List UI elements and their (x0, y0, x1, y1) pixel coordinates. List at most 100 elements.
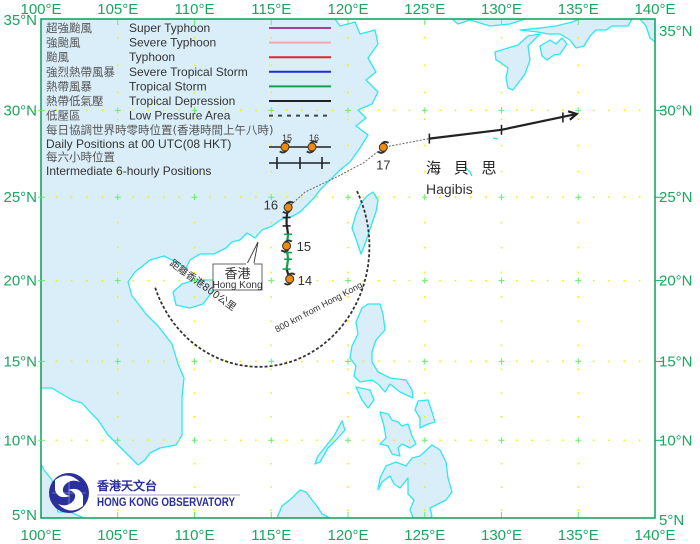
lat-tick-label-left: 30°N (3, 102, 37, 119)
grid-dot (316, 279, 319, 282)
grid-dot (116, 344, 119, 347)
grid-dot (377, 360, 380, 363)
grid-dot (178, 439, 180, 442)
grid-dot (608, 279, 610, 282)
grid-dot (132, 196, 134, 199)
grid-dot (331, 439, 334, 442)
grid-dot (116, 296, 119, 298)
grid-dot (224, 439, 226, 442)
hong-kong-label-en: Hong Kong (212, 280, 262, 291)
hko-logo-cn: 香港天文台 (96, 478, 157, 493)
grid-dot (132, 439, 134, 442)
lon-tick-label-bottom: 125°E (404, 527, 445, 544)
grid-dot (347, 344, 349, 347)
grid-dot (193, 368, 196, 371)
grid-dot (285, 196, 288, 199)
grid-dot (546, 109, 549, 112)
grid-dot (193, 392, 196, 394)
grid-dot (531, 109, 533, 112)
daily-position-label: 16 (264, 197, 278, 212)
grid-dot (638, 439, 641, 442)
grid-dot (623, 196, 626, 199)
grid-dot (638, 109, 641, 112)
grid-dot (193, 509, 196, 512)
grid-dot (70, 360, 73, 363)
grid-dot (70, 439, 73, 442)
grid-dot (439, 360, 441, 363)
grid-dot (347, 64, 349, 67)
grid-dot (423, 246, 426, 249)
lon-tick-label-bottom: 100°E (20, 527, 61, 544)
grid-dot (485, 360, 487, 363)
grid-dot (546, 360, 549, 363)
legend-daily-cn: 每日協調世界時零時位置(香港時間上午八時) (46, 123, 273, 137)
grid-dot (577, 144, 580, 147)
grid-dot (470, 439, 472, 442)
grid-dot (270, 368, 273, 371)
grid-dot (193, 221, 196, 224)
legend-label-cn: 颱風 (46, 50, 69, 64)
grid-dot (362, 196, 365, 199)
grid-dot (393, 196, 395, 199)
grid-dot (209, 439, 211, 442)
lat-tick-label-left: 5°N (12, 507, 37, 524)
grid-dot (516, 360, 518, 363)
grid-dot (500, 91, 503, 94)
grid-dot (116, 246, 119, 249)
lat-tick-label-right: 5°N (659, 512, 684, 529)
hko-logo-icon (49, 473, 89, 513)
grid-dot (500, 271, 503, 274)
grid-dot (347, 271, 349, 274)
grid-dot (562, 279, 564, 282)
grid-dot (270, 296, 273, 298)
grid-dot (270, 462, 273, 465)
grid-dot (577, 368, 580, 371)
grid-dot (577, 221, 580, 224)
grid-dot (562, 439, 564, 442)
lat-tick-label-right: 10°N (659, 432, 693, 449)
legend-label-en: Low Pressure Area (129, 109, 231, 123)
legend-daily-sample-label: 16 (309, 133, 319, 143)
grid-dot (347, 392, 349, 394)
grid-dot (608, 439, 610, 442)
grid-dot (270, 344, 273, 347)
lon-tick-label-top: 115°E (251, 1, 291, 18)
grid-dot (592, 109, 595, 112)
legend-label-cn: 強烈熱帶風暴 (46, 65, 115, 79)
grid-dot (423, 118, 426, 121)
typhoon-track-map: 800 km from Hong Kong距離香港800公里 14151617 … (3, 1, 693, 544)
grid-dot (592, 196, 595, 199)
lat-tick-label-left: 15°N (3, 353, 37, 370)
grid-dot (500, 509, 503, 512)
grid-dot (193, 486, 196, 488)
lat-tick-label-left: 35°N (3, 12, 37, 29)
grid-dot (377, 196, 380, 199)
grid-dot (546, 279, 549, 282)
grid-dot (423, 64, 426, 67)
grid-dot (116, 415, 119, 418)
grid-dot (193, 296, 196, 298)
lat-tick-label-right: 20°N (659, 273, 693, 290)
grid-dot (147, 196, 150, 199)
legend-sixhourly-en: Intermediate 6-hourly Positions (46, 164, 211, 178)
lon-tick-label-bottom: 105°E (97, 527, 138, 544)
grid-dot (423, 368, 426, 371)
legend-label-en: Severe Tropical Storm (129, 65, 248, 79)
grid-dot (347, 91, 349, 94)
grid-dot (423, 271, 426, 274)
grid-dot (423, 509, 426, 512)
grid-dot (101, 196, 104, 199)
grid-dot (270, 392, 273, 394)
grid-dot (331, 196, 334, 199)
grid-dot (485, 109, 487, 112)
grid-dot (500, 320, 503, 323)
grid-dot (101, 360, 104, 363)
grid-dot (577, 64, 580, 67)
grid-dot (101, 439, 104, 442)
grid-dot (55, 360, 58, 363)
grid-dot (270, 221, 273, 224)
grid-dot (116, 509, 119, 512)
grid-dot (500, 36, 503, 39)
legend-label-cn: 超強颱風 (46, 21, 92, 35)
grid-dot (562, 196, 564, 199)
